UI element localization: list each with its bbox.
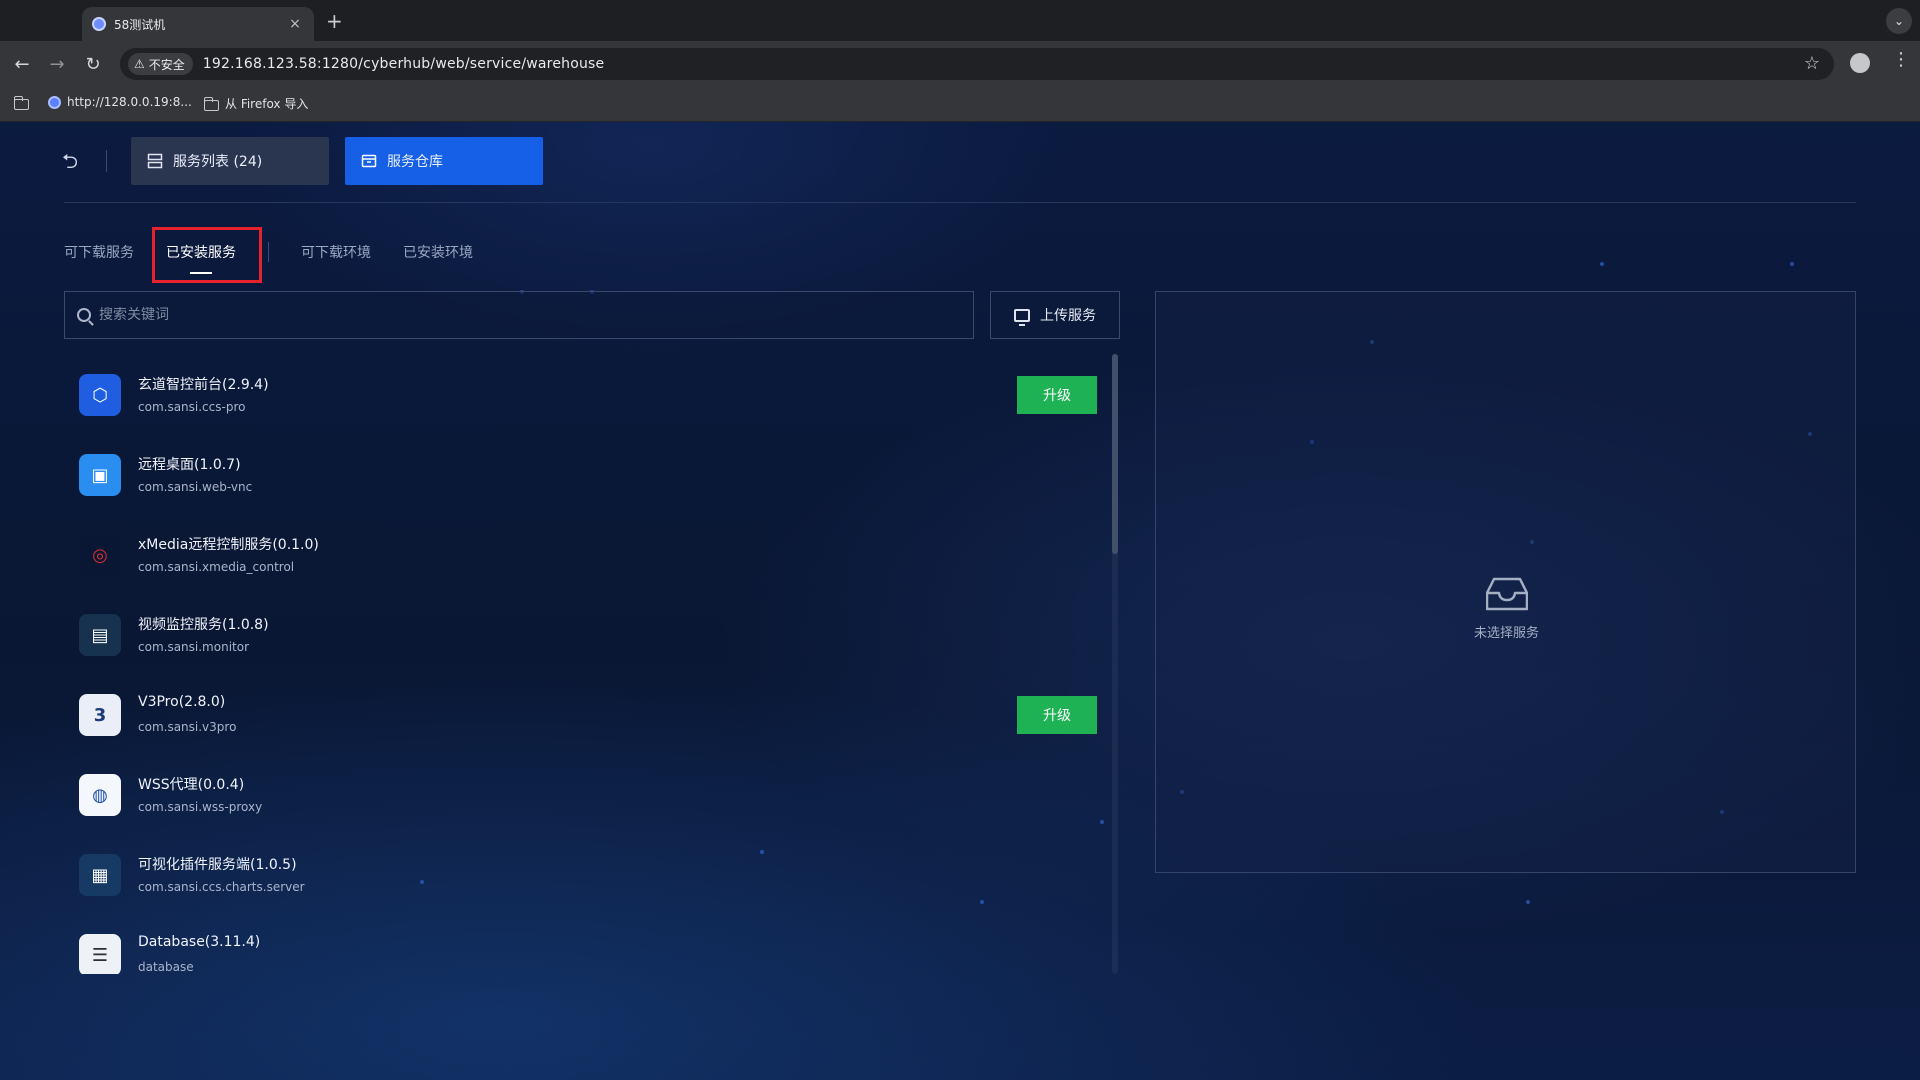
security-chip[interactable]: ⚠ 不安全 (128, 53, 193, 75)
service-id: com.sansi.v3pro (138, 720, 237, 734)
service-warehouse-button[interactable]: 服务仓库 (345, 137, 543, 185)
bookmark-label: 从 Firefox 导入 (225, 97, 309, 111)
service-id: com.sansi.xmedia_control (138, 560, 295, 574)
service-id: com.sansi.ccs.charts.server (138, 880, 305, 894)
xmedia-icon: ◎ (79, 534, 121, 576)
apps-folder-icon[interactable] (13, 96, 29, 110)
new-tab-button[interactable]: + (326, 9, 343, 33)
highlight-annotation-box (152, 227, 262, 283)
tab-favicon-icon (92, 17, 106, 31)
undo-back-icon[interactable]: ⮌ (62, 150, 84, 172)
bookmarks-bar: http://128.0.0.19:8... 从 Firefox 导入 (0, 87, 1920, 122)
list-item[interactable]: ⬡ 玄道智控前台(2.9.4) com.sansi.ccs-pro 升级 (64, 354, 1104, 434)
bookmark-star-icon[interactable]: ☆ (1804, 53, 1820, 74)
warning-triangle-icon: ⚠ (134, 57, 145, 71)
browser-tab[interactable]: 58测试机 × (82, 7, 314, 41)
particle-dot (1790, 262, 1794, 266)
service-name: xMedia远程控制服务(0.1.0) (138, 537, 319, 553)
service-name: 远程桌面(1.0.7) (138, 457, 241, 473)
service-id: com.sansi.wss-proxy (138, 800, 263, 814)
upgrade-button[interactable]: 升级 (1017, 696, 1097, 734)
wss-globe-icon: ◍ (79, 774, 121, 816)
forward-arrow-icon[interactable]: → (45, 52, 69, 76)
server-list-icon (147, 153, 163, 169)
address-bar[interactable]: ⚠ 不安全 192.168.123.58:1280/cyberhub/web/s… (120, 48, 1834, 80)
bookmark-item-2[interactable]: 从 Firefox 导入 (203, 95, 309, 112)
service-detail-panel: 未选择服务 (1155, 291, 1856, 873)
security-label: 不安全 (148, 57, 185, 72)
service-name: V3Pro(2.8.0) (138, 694, 226, 710)
list-item[interactable]: ☰ Database(3.11.4) database (64, 914, 1104, 974)
bookmark-label: http://128.0.0.19:8... (67, 95, 192, 109)
browser-toolbar: ← → ↻ ⚠ 不安全 192.168.123.58:1280/cyberhub… (0, 41, 1920, 87)
list-item[interactable]: ▦ 可视化插件服务端(1.0.5) com.sansi.ccs.charts.ser… (64, 834, 1104, 914)
empty-inbox-icon (1486, 577, 1528, 611)
list-item[interactable]: ◍ WSS代理(0.0.4) com.sansi.wss-proxy (64, 754, 1104, 834)
search-icon (77, 308, 91, 322)
search-input[interactable] (99, 307, 959, 323)
service-name: WSS代理(0.0.4) (138, 777, 245, 793)
upgrade-button[interactable]: 升级 (1017, 376, 1097, 414)
charts-server-icon: ▦ (79, 854, 121, 896)
divider (106, 150, 107, 172)
service-warehouse-label: 服务仓库 (387, 154, 443, 170)
tab-downloadable-environments[interactable]: 可下载环境 (301, 242, 371, 262)
upload-service-button[interactable]: 上传服务 (990, 291, 1120, 339)
tab-title: 58测试机 (114, 17, 166, 32)
service-name: 玄道智控前台(2.9.4) (138, 377, 269, 393)
cctv-monitor-icon: ▤ (79, 614, 121, 656)
url-text[interactable]: 192.168.123.58:1280/cyberhub/web/service… (203, 56, 605, 72)
remote-desktop-icon: ▣ (79, 454, 121, 496)
upload-service-label: 上传服务 (1040, 308, 1096, 324)
search-box[interactable] (64, 291, 974, 339)
list-item[interactable]: ▤ 视频监控服务(1.0.8) com.sansi.monitor (64, 594, 1104, 674)
service-name: Database(3.11.4) (138, 934, 261, 950)
tab-close-icon[interactable]: × (286, 16, 304, 32)
list-item[interactable]: ▣ 远程桌面(1.0.7) com.sansi.web-vnc (64, 434, 1104, 514)
bookmark-item-1[interactable]: http://128.0.0.19:8... (48, 95, 192, 109)
service-id: com.sansi.web-vnc (138, 480, 253, 494)
particle-dot (1600, 262, 1604, 266)
service-name: 视频监控服务(1.0.8) (138, 617, 269, 633)
reload-icon[interactable]: ↻ (81, 52, 105, 76)
tab-installed-environments[interactable]: 已安装环境 (403, 242, 473, 262)
service-name: 可视化插件服务端(1.0.5) (138, 857, 297, 873)
tab-search-menu-icon[interactable]: ⌄ (1886, 8, 1912, 34)
header-divider (64, 202, 1856, 203)
database-icon: ☰ (79, 934, 121, 974)
scrollbar-thumb[interactable] (1112, 354, 1118, 554)
tab-divider (268, 242, 269, 262)
v3pro-icon: 3 (79, 694, 121, 736)
empty-state-text: 未选择服务 (1473, 626, 1539, 641)
installed-service-list: ⬡ 玄道智控前台(2.9.4) com.sansi.ccs-pro 升级 ▣ 远程桌面(1… (64, 354, 1110, 974)
hexagon-app-icon: ⬡ (79, 374, 121, 416)
service-id: com.sansi.monitor (138, 640, 250, 654)
particle-dot (1526, 900, 1530, 904)
service-id: com.sansi.ccs-pro (138, 400, 246, 414)
list-item[interactable]: ◎ xMedia远程控制服务(0.1.0) com.sansi.xmedia_con… (64, 514, 1104, 594)
folder-icon (203, 96, 219, 111)
upload-monitor-icon (1014, 308, 1030, 326)
tab-downloadable-services[interactable]: 可下载服务 (64, 242, 134, 262)
browser-menu-icon[interactable]: ⋮ (1892, 49, 1910, 70)
service-id: database (138, 960, 194, 974)
service-list-button[interactable]: 服务列表 (24) (131, 137, 329, 185)
browser-tabstrip: 58测试机 × + ⌄ (0, 0, 1920, 41)
back-arrow-icon[interactable]: ← (10, 52, 34, 76)
list-item[interactable]: 3 V3Pro(2.8.0) com.sansi.v3pro 升级 (64, 674, 1104, 754)
warehouse-box-icon (361, 154, 377, 168)
service-list-label: 服务列表 (24) (173, 154, 263, 170)
bookmark-favicon-icon (48, 95, 61, 109)
profile-avatar-icon[interactable] (1850, 53, 1870, 73)
